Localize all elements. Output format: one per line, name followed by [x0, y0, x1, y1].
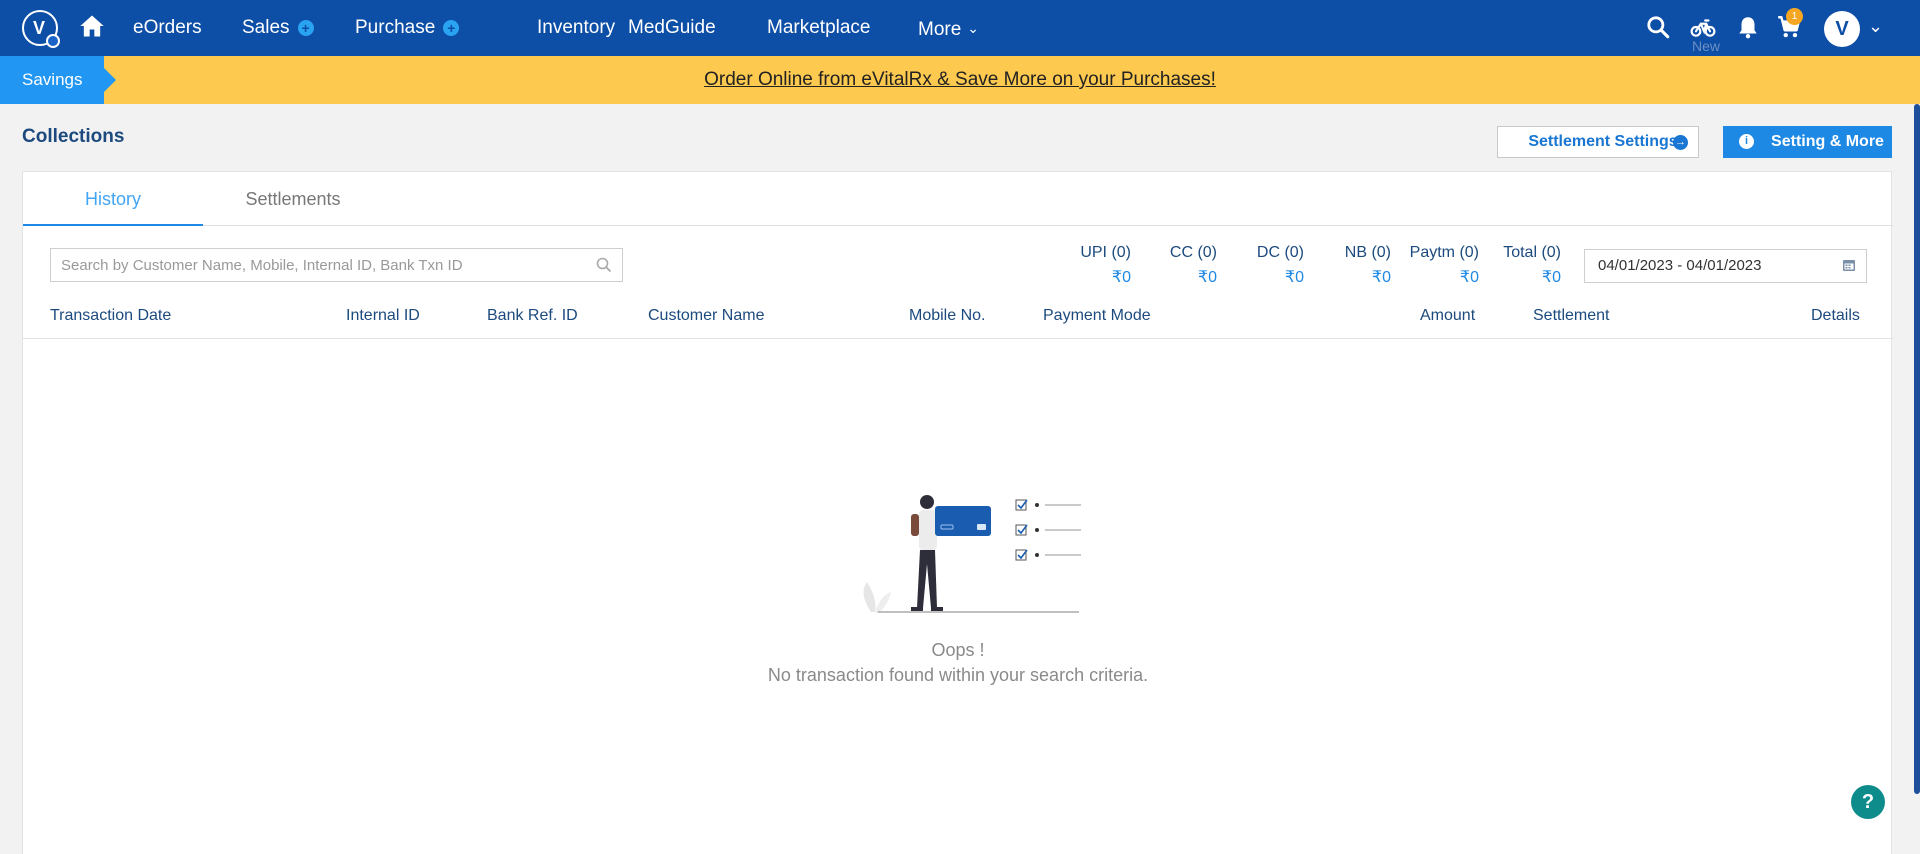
summary-label: DC (0)	[1256, 244, 1304, 261]
logo-letter: V	[33, 18, 46, 38]
summary-value: ₹0	[1111, 269, 1131, 286]
setting-more-button[interactable]: i Setting & More	[1723, 126, 1892, 158]
home-icon[interactable]	[78, 12, 106, 40]
bell-icon[interactable]	[1735, 14, 1761, 40]
summary-label: UPI (0)	[1080, 244, 1131, 261]
summary-paytm: Paytm (0) ₹0	[1410, 244, 1479, 287]
nav-purchase-label: Purchase	[355, 17, 436, 38]
col-transaction-date: Transaction Date	[50, 307, 172, 324]
summary-value: ₹0	[1459, 269, 1479, 286]
col-bank-ref-id: Bank Ref. ID	[487, 307, 578, 324]
search-box	[50, 248, 623, 282]
summary-total: Total (0) ₹0	[1503, 244, 1561, 287]
nav-more[interactable]: More ⌄	[918, 0, 979, 56]
setting-more-label: Setting & More	[1771, 133, 1884, 150]
date-range-value: 04/01/2023 - 04/01/2023	[1598, 257, 1762, 274]
empty-state-illustration	[863, 495, 1081, 614]
cart-count-badge: 1	[1786, 8, 1803, 25]
info-icon: i	[1739, 134, 1754, 149]
col-settlement: Settlement	[1533, 307, 1610, 324]
scrollbar[interactable]	[1914, 104, 1920, 794]
plus-icon[interactable]: +	[443, 19, 460, 36]
empty-state-title: Oops !	[931, 640, 985, 660]
nav-purchase[interactable]: Purchase +	[355, 0, 460, 56]
summary-value: ₹0	[1541, 269, 1561, 286]
promo-link[interactable]: Order Online from eVitalRx & Save More o…	[0, 56, 1920, 104]
settlement-settings-label: Settlement Settings	[1528, 133, 1678, 150]
date-range-picker[interactable]: 04/01/2023 - 04/01/2023	[1584, 249, 1867, 283]
summary-label: CC (0)	[1169, 244, 1217, 261]
collections-card: History Settlements UPI (0) ₹0 CC (0) ₹0…	[22, 171, 1893, 854]
col-customer-name: Customer Name	[648, 307, 765, 324]
summary-value: ₹0	[1284, 269, 1304, 286]
summary-nb: NB (0) ₹0	[1345, 244, 1391, 287]
help-button[interactable]: ?	[1851, 785, 1885, 819]
avatar[interactable]: V	[1824, 11, 1860, 47]
col-details: Details	[1811, 307, 1860, 324]
summary-label: Paytm (0)	[1409, 244, 1479, 261]
summary-upi: UPI (0) ₹0	[1080, 244, 1131, 287]
nav-more-label: More	[918, 19, 962, 40]
tab-settlements[interactable]: Settlements	[203, 172, 383, 226]
tab-bar: History Settlements	[23, 172, 1893, 226]
calendar-icon[interactable]	[1842, 258, 1856, 272]
nav-medguide[interactable]: MedGuide	[628, 0, 716, 56]
arrow-right-icon: →	[1673, 135, 1688, 150]
summary-value: ₹0	[1371, 269, 1391, 286]
col-amount: Amount	[1420, 307, 1476, 324]
nav-sales[interactable]: Sales +	[242, 0, 314, 56]
col-internal-id: Internal ID	[346, 307, 420, 324]
summary-value: ₹0	[1197, 269, 1217, 286]
bike-icon[interactable]	[1690, 14, 1716, 40]
table-header-divider	[23, 338, 1893, 339]
col-mobile-no: Mobile No.	[909, 307, 986, 324]
app-logo[interactable]: V	[22, 10, 60, 48]
promo-banner: Order Online from eVitalRx & Save More o…	[0, 56, 1920, 104]
search-input[interactable]	[51, 249, 581, 281]
tab-history[interactable]: History	[23, 172, 203, 226]
new-label: New	[1692, 38, 1721, 54]
summary-label: NB (0)	[1344, 244, 1391, 261]
top-navbar: V eOrders Sales + Purchase + Inventory Med…	[0, 0, 1920, 56]
nav-sales-label: Sales	[242, 17, 290, 38]
summary-label: Total (0)	[1503, 244, 1561, 261]
page-title: Collections	[22, 126, 125, 147]
summary-dc: DC (0) ₹0	[1257, 244, 1304, 287]
search-icon[interactable]	[1645, 14, 1671, 40]
search-icon[interactable]	[596, 257, 612, 273]
nav-inventory[interactable]: Inventory	[537, 0, 615, 56]
empty-state-message: No transaction found within your search …	[767, 665, 1149, 685]
plus-icon[interactable]: +	[297, 19, 314, 36]
settlement-settings-button[interactable]: Settlement Settings →	[1497, 126, 1699, 158]
nav-marketplace[interactable]: Marketplace	[767, 0, 871, 56]
chevron-down-icon: ⌄	[967, 20, 980, 36]
logo-badge-icon	[46, 34, 60, 48]
summary-cc: CC (0) ₹0	[1170, 244, 1217, 287]
chevron-down-icon[interactable]: ⌄	[1868, 16, 1883, 37]
savings-tag: Savings	[0, 56, 116, 104]
col-payment-mode: Payment Mode	[1043, 307, 1151, 324]
nav-eorders[interactable]: eOrders	[133, 0, 202, 56]
